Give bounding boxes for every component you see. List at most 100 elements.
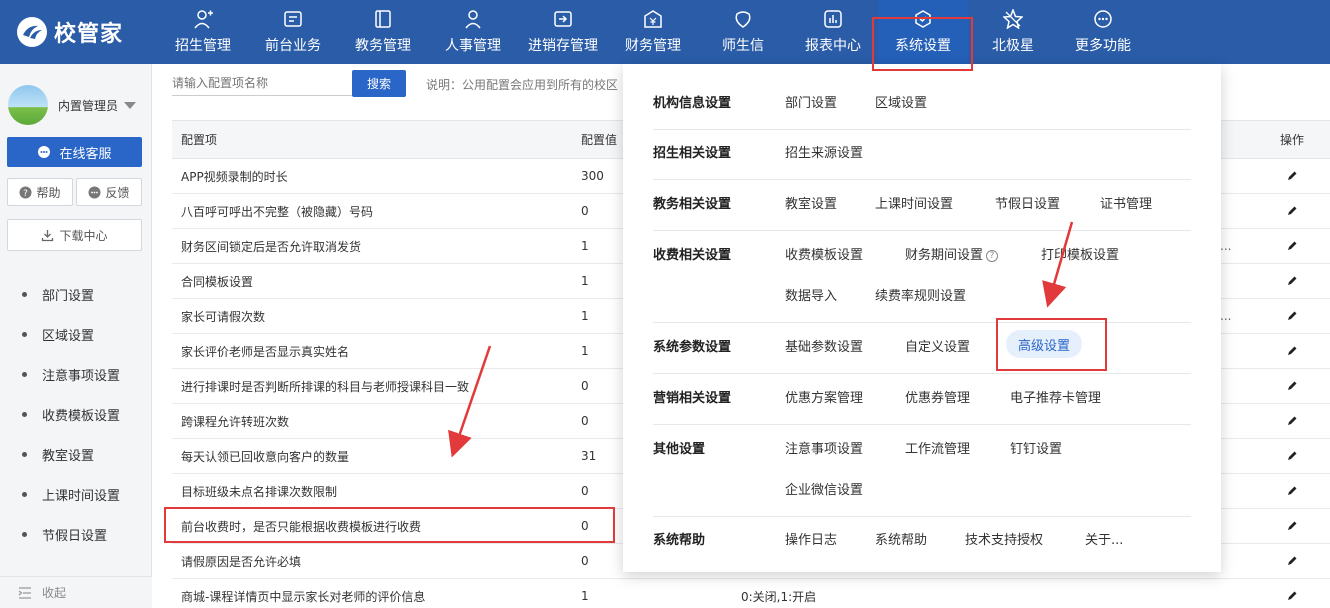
sidebar-item[interactable]: 节假日设置 (0, 514, 152, 554)
help-button[interactable]: ? 帮助 (7, 178, 73, 206)
nav-label: 人事管理 (445, 38, 501, 54)
download-label: 下载中心 (59, 228, 108, 243)
section-title: 系统参数设置 (653, 340, 732, 355)
edit-button[interactable] (1272, 579, 1312, 608)
config-note: 说明：公用配置会应用到所有的校区 (426, 78, 619, 92)
config-value: 0 (581, 204, 589, 218)
edit-button[interactable] (1272, 404, 1312, 438)
config-name: 目标班级未点名排课次数限制 (181, 484, 338, 499)
config-name: 家长可请假次数 (181, 309, 266, 324)
edit-button[interactable] (1272, 194, 1312, 228)
config-name: 每天认领已回收意向客户的数量 (181, 449, 350, 464)
dropdown-link[interactable]: 续费率规则设置 (875, 285, 966, 304)
search-button[interactable]: 搜索 (352, 70, 406, 97)
config-desc: 0:关闭,1:开启 (741, 589, 817, 604)
online-service-button[interactable]: 在线客服 (7, 137, 142, 167)
dropdown-link[interactable]: 企业微信设置 (785, 479, 863, 498)
nav-item-5[interactable]: 财务管理 (608, 0, 698, 64)
edit-button[interactable] (1272, 334, 1312, 368)
dropdown-link[interactable]: 工作流管理 (905, 438, 970, 457)
sidebar-item[interactable]: 部门设置 (0, 274, 152, 314)
sidebar-menu: 部门设置区域设置注意事项设置收费模板设置教室设置 上课时间设置 节假日设置 (0, 274, 152, 554)
bullet-icon (22, 411, 27, 417)
nav-item-4[interactable]: 进销存管理 (518, 0, 608, 64)
dropdown-link[interactable]: 上课时间设置 (875, 193, 953, 212)
dropdown-link[interactable]: 区域设置 (875, 92, 927, 111)
nav-label: 师生信 (722, 38, 764, 54)
dropdown-link[interactable]: 优惠方案管理 (785, 387, 863, 406)
dropdown-link[interactable]: 招生来源设置 (785, 142, 863, 161)
nav-item-10[interactable]: 更多功能 (1058, 0, 1148, 64)
dropdown-link[interactable]: 部门设置 (785, 92, 837, 111)
edit-button[interactable] (1272, 439, 1312, 473)
dropdown-link[interactable]: 证书管理 (1100, 193, 1152, 212)
pencil-icon (1288, 171, 1297, 180)
bullet-icon (22, 371, 27, 377)
pencil-icon (1288, 556, 1297, 565)
dropdown-link[interactable]: 打印模板设置 (1041, 244, 1119, 263)
nav-item-0[interactable]: 招生管理 (158, 0, 248, 64)
dropdown-link[interactable]: 操作日志 (785, 529, 837, 548)
feedback-label: 反馈 (105, 185, 130, 200)
sidebar-item[interactable]: 注意事项设置 (0, 354, 152, 394)
header-name: 配置项 (181, 133, 218, 147)
dropdown-link[interactable]: 教室设置 (785, 193, 837, 212)
dropdown-link[interactable]: 节假日设置 (995, 193, 1060, 212)
nav-item-6[interactable]: 师生信 (698, 0, 788, 64)
sidebar-item[interactable]: 上课时间设置 (0, 474, 152, 514)
logo[interactable]: 校管家 (16, 14, 123, 50)
online-service-label: 在线客服 (59, 146, 112, 162)
edit-button[interactable] (1272, 159, 1312, 193)
sidebar-item-label: 收费模板设置 (42, 408, 121, 424)
dropdown-link[interactable]: 数据导入 (785, 285, 837, 304)
edit-button[interactable] (1272, 474, 1312, 508)
nav-label: 更多功能 (1075, 38, 1131, 54)
nav-item-3[interactable]: 人事管理 (428, 0, 518, 64)
dropdown-link[interactable]: 系统帮助 (875, 529, 927, 548)
sidebar: 内置管理员 在线客服 ? 帮助 反馈 下载中心 部门设置区域设置注意事项设置收费… (0, 64, 152, 608)
config-name: 跨课程允许转班次数 (181, 414, 290, 429)
config-name: 家长评价老师是否显示真实姓名 (181, 344, 350, 359)
edit-button[interactable] (1272, 264, 1312, 298)
chevron-down-icon (124, 101, 137, 109)
edit-button[interactable] (1272, 509, 1312, 543)
logo-icon (17, 17, 47, 47)
nav-item-7[interactable]: 报表中心 (788, 0, 878, 64)
config-value: 300 (581, 169, 604, 183)
edit-button[interactable] (1272, 544, 1312, 578)
dropdown-link[interactable]: 注意事项设置 (785, 438, 863, 457)
dropdown-link[interactable]: 收费模板设置 (785, 244, 863, 263)
dropdown-link[interactable]: 电子推荐卡管理 (1010, 387, 1101, 406)
dropdown-link[interactable]: 技术支持授权 (965, 529, 1043, 548)
nav-item-9[interactable]: 北极星 (968, 0, 1058, 64)
more-icon (1094, 10, 1112, 28)
download-center-button[interactable]: 下载中心 (7, 219, 142, 251)
edit-button[interactable] (1272, 229, 1312, 263)
feedback-button[interactable]: 反馈 (76, 178, 142, 206)
nav-item-2[interactable]: 教务管理 (338, 0, 428, 64)
sidebar-item[interactable]: 区域设置 (0, 314, 152, 354)
header-op: 操作 (1279, 133, 1304, 147)
nav-item-1[interactable]: 前台业务 (248, 0, 338, 64)
edit-button[interactable] (1272, 299, 1312, 333)
bullet-icon (22, 331, 27, 337)
sidebar-item-label: 区域设置 (42, 328, 95, 344)
help-icon[interactable]: ? (986, 250, 999, 262)
edit-button[interactable] (1272, 369, 1312, 403)
config-value: 1 (581, 239, 589, 253)
dropdown-link[interactable]: 自定义设置 (905, 336, 970, 355)
dropdown-link[interactable]: 基础参数设置 (785, 336, 863, 355)
sidebar-item[interactable]: 收费模板设置 (0, 394, 152, 434)
sidebar-item[interactable]: 教室设置 (0, 434, 152, 474)
collapse-button[interactable]: 收起 (0, 576, 152, 608)
section-title: 营销相关设置 (653, 391, 732, 406)
config-value: 0 (581, 554, 589, 568)
config-name: 请假原因是否允许必填 (181, 554, 302, 569)
config-name: APP视频录制的时长 (181, 169, 288, 184)
dropdown-link[interactable]: 关于... (1085, 529, 1123, 548)
search-input[interactable] (172, 70, 352, 96)
dropdown-link[interactable]: 财务期间设置? (905, 244, 999, 263)
dropdown-link[interactable]: 钉钉设置 (1010, 438, 1062, 457)
dropdown-link[interactable]: 优惠券管理 (905, 387, 970, 406)
user-menu[interactable]: 内置管理员 (8, 84, 148, 126)
